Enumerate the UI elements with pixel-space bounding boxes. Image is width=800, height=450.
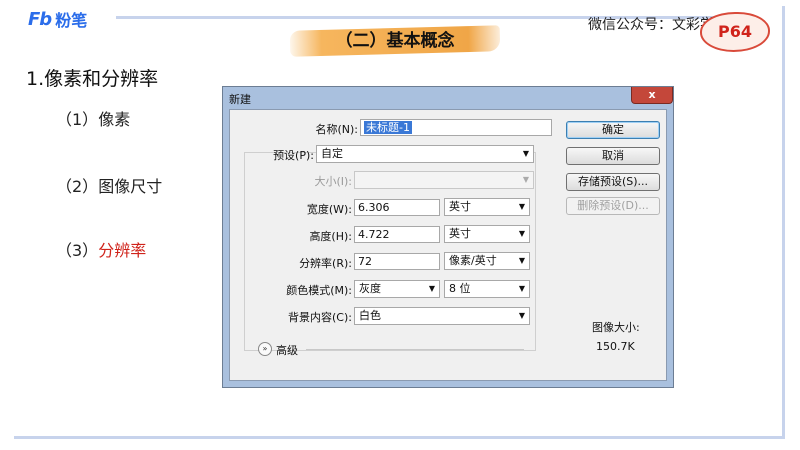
height-label: 高度(H):	[309, 230, 352, 243]
chevron-down-icon: ▼	[518, 311, 525, 320]
background-select[interactable]: 白色 ▼	[354, 307, 530, 325]
resolution-input[interactable]: 72	[354, 253, 440, 270]
height-unit-select[interactable]: 英寸 ▼	[444, 225, 530, 243]
background-label: 背景内容(C):	[288, 311, 352, 324]
width-input[interactable]: 6.306	[354, 199, 440, 216]
cancel-button[interactable]: 取消	[566, 147, 660, 165]
chevron-down-icon: ▼	[522, 175, 529, 184]
list-item-text: 分辨率	[98, 241, 147, 260]
width-unit-select[interactable]: 英寸 ▼	[444, 198, 530, 216]
chevron-down-icon: ▼	[518, 229, 525, 238]
new-document-dialog: 新建 x 名称(N): 未标题-1 预设(P): 自定 ▼ 大小(I): ▼ 宽度…	[222, 86, 674, 388]
width-label: 宽度(W):	[306, 203, 352, 216]
background-value: 白色	[359, 309, 381, 322]
list-item-image-size: （2）图像尺寸	[56, 173, 162, 197]
chevron-down-icon: ▼	[518, 202, 525, 211]
ok-button[interactable]: 确定	[566, 121, 660, 139]
logo-text: 粉笔	[55, 11, 88, 30]
resolution-unit-value: 像素/英寸	[449, 254, 497, 267]
list-item-pixel: （1）像素	[56, 106, 130, 130]
size-label: 大小(I):	[314, 175, 352, 188]
list-item-number: （1）	[56, 110, 99, 129]
preset-label: 预设(P):	[273, 149, 314, 162]
chevron-down-icon: ▼	[428, 284, 435, 293]
image-size-label: 图像大小:	[592, 321, 640, 334]
preset-value: 自定	[321, 147, 343, 160]
color-mode-select[interactable]: 灰度 ▼	[354, 280, 440, 298]
chevron-down-icon: ▼	[518, 284, 525, 293]
bit-depth-select[interactable]: 8 位 ▼	[444, 280, 530, 298]
save-preset-button[interactable]: 存储预设(S)...	[566, 173, 660, 191]
color-mode-value: 灰度	[359, 282, 381, 295]
delete-preset-button[interactable]: 删除预设(D)...	[566, 197, 660, 215]
section-title: （二）基本概念	[335, 31, 455, 51]
close-button[interactable]: x	[631, 87, 673, 104]
height-unit-value: 英寸	[449, 227, 471, 240]
preset-select[interactable]: 自定 ▼	[316, 145, 534, 163]
resolution-unit-select[interactable]: 像素/英寸 ▼	[444, 252, 530, 270]
list-item-number: （2）	[56, 177, 99, 196]
slide-heading: 1.像素和分辨率	[26, 68, 159, 90]
list-item-text: 图像尺寸	[98, 177, 163, 196]
chevron-down-icon: ▼	[518, 256, 525, 265]
advanced-label[interactable]: 高级	[276, 342, 298, 358]
expand-icon[interactable]: »	[258, 342, 272, 356]
logo-mark: Fb	[28, 8, 52, 30]
image-size-value: 150.7K	[596, 340, 635, 353]
bit-depth-value: 8 位	[449, 282, 471, 295]
list-item-text: 像素	[98, 110, 131, 129]
color-mode-label: 颜色模式(M):	[286, 284, 352, 297]
name-input[interactable]: 未标题-1	[360, 119, 552, 136]
name-value: 未标题-1	[364, 121, 412, 134]
list-item-resolution: （3）分辨率	[56, 237, 146, 261]
advanced-divider	[306, 349, 524, 350]
height-input[interactable]: 4.722	[354, 226, 440, 243]
list-item-number: （3）	[56, 241, 99, 260]
dialog-title: 新建	[229, 93, 251, 106]
dialog-body: 名称(N): 未标题-1 预设(P): 自定 ▼ 大小(I): ▼ 宽度(W): …	[229, 109, 667, 381]
resolution-label: 分辨率(R):	[299, 257, 352, 270]
width-unit-value: 英寸	[449, 200, 471, 213]
size-select[interactable]: ▼	[354, 171, 534, 189]
name-label: 名称(N):	[315, 123, 358, 136]
chevron-down-icon: ▼	[522, 149, 529, 158]
fenbi-logo: Fb 粉笔	[28, 8, 88, 31]
